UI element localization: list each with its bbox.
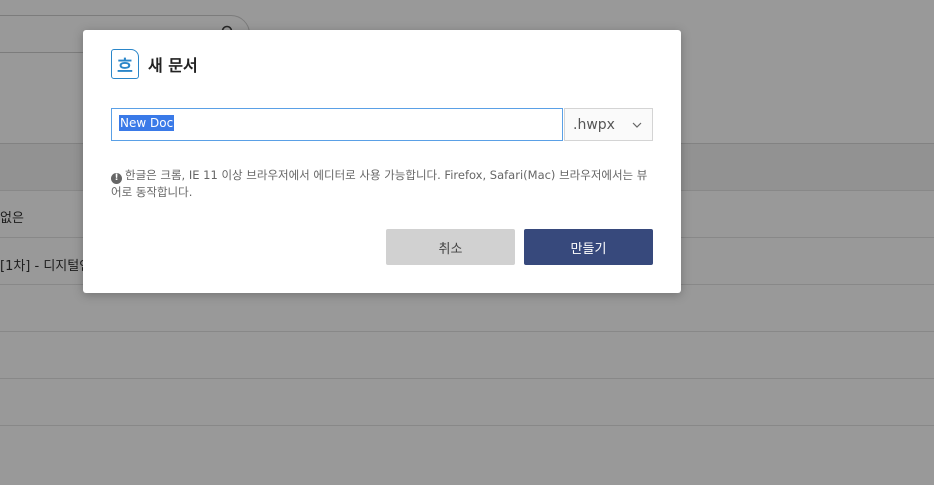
app-icon-glyph: 흐 (117, 56, 133, 77)
filename-input-value-wrap: New Doc (119, 115, 175, 131)
notice-text: 한글은 크롬, IE 11 이상 브라우저에서 에디터로 사용 가능합니다. F… (111, 168, 648, 199)
filename-input-value: New Doc (119, 115, 175, 131)
compatibility-notice: ! 한글은 크롬, IE 11 이상 브라우저에서 에디터로 사용 가능합니다. … (111, 167, 656, 201)
info-alert-icon: ! (111, 173, 122, 184)
hancom-app-icon: 흐 (111, 49, 139, 79)
create-button[interactable]: 만들기 (524, 229, 653, 265)
dialog-header: 흐 새 문서 (111, 48, 198, 80)
filename-input[interactable] (111, 108, 563, 141)
dialog-title: 새 문서 (148, 56, 198, 75)
cancel-button[interactable]: 취소 (386, 229, 515, 265)
extension-selected-value: .hwpx (573, 116, 615, 133)
new-document-dialog: 흐 새 문서 New Doc .hwpx ! 한글은 크롬, IE 11 이상 브… (83, 30, 681, 293)
extension-select[interactable]: .hwpx (564, 108, 653, 141)
chevron-down-icon (632, 122, 642, 128)
